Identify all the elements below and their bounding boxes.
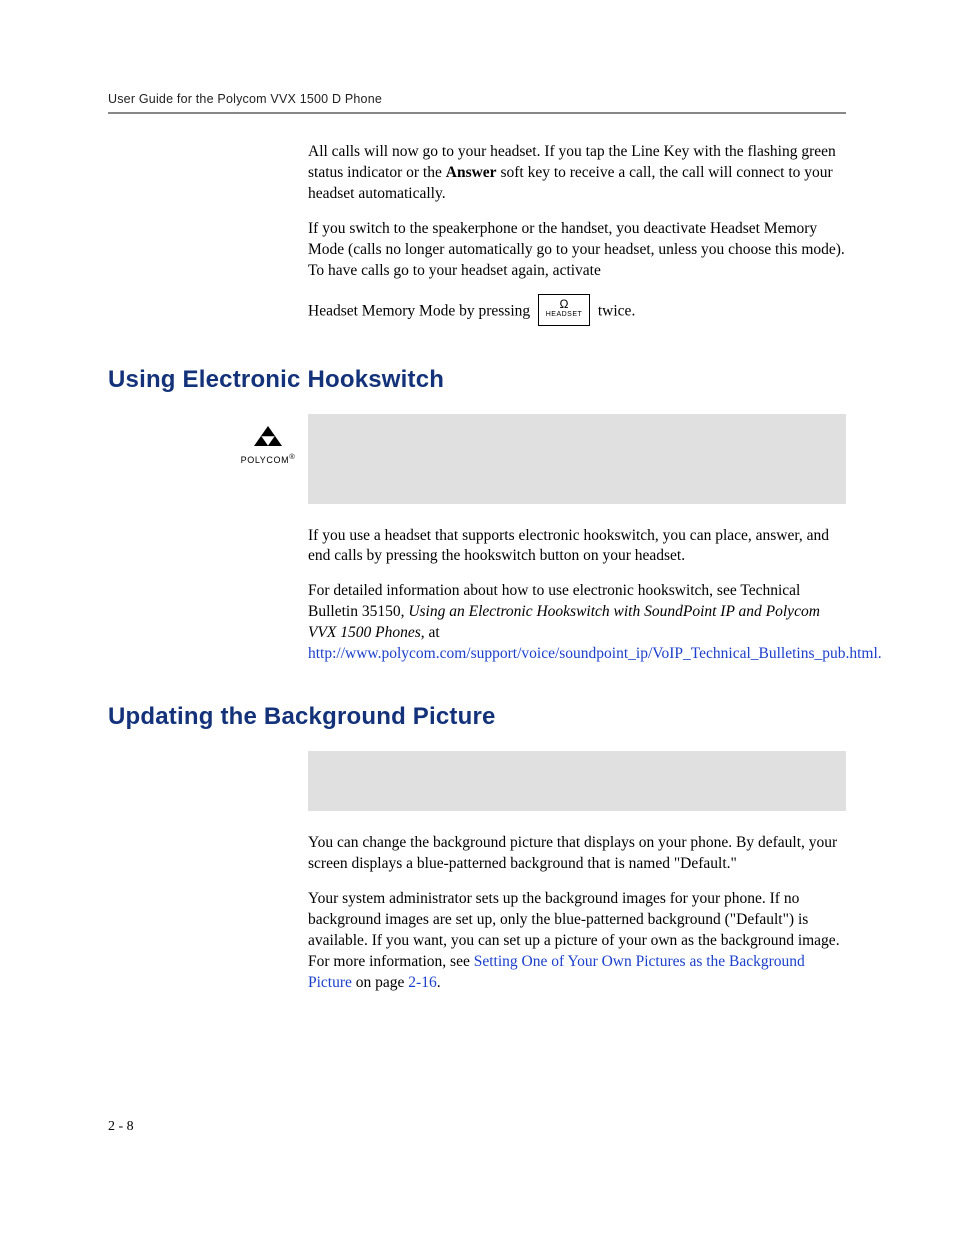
polycom-logo: POLYCOM® [228,414,308,465]
paragraph: If you switch to the speakerphone or the… [308,219,846,282]
page-ref-link[interactable]: 2-16 [408,974,436,991]
text: on page [352,974,408,991]
note-block: POLYCOM® [228,414,846,504]
polycom-logo-icon [253,426,283,450]
note-block [308,751,846,811]
text: twice. [598,302,635,319]
bold-text: Answer [446,164,497,181]
paragraph: For detailed information about how to us… [308,581,846,665]
running-header: User Guide for the Polycom VVX 1500 D Ph… [108,92,846,106]
note-placeholder [308,751,846,811]
bulletins-link[interactable]: http://www.polycom.com/support/voice/sou… [308,645,882,662]
paragraph: You can change the background picture th… [308,833,846,875]
section-heading-background: Updating the Background Picture [108,703,846,731]
body-column: All calls will now go to your headset. I… [308,142,846,328]
paragraph: All calls will now go to your headset. I… [308,142,846,205]
page-number: 2 - 8 [108,1119,134,1135]
text: . [437,974,441,991]
body-column: If you use a headset that supports elect… [308,526,846,666]
header-rule [108,112,846,114]
polycom-logo-text: POLYCOM® [241,452,296,465]
section-heading-hookswitch: Using Electronic Hookswitch [108,366,846,394]
paragraph: If you use a headset that supports elect… [308,526,846,568]
paragraph: Your system administrator sets up the ba… [308,889,846,994]
document-page: User Guide for the Polycom VVX 1500 D Ph… [0,0,954,1235]
body-column: You can change the background picture th… [308,833,846,993]
paragraph: Headset Memory Mode by pressing Ω HEADSE… [308,296,846,328]
headset-key-icon: Ω HEADSET [538,294,590,326]
text: , at [421,624,440,641]
headset-glyph-icon: Ω [539,298,589,310]
note-placeholder [308,414,846,504]
text: Headset Memory Mode by pressing [308,302,534,319]
headset-key-label: HEADSET [539,311,589,318]
